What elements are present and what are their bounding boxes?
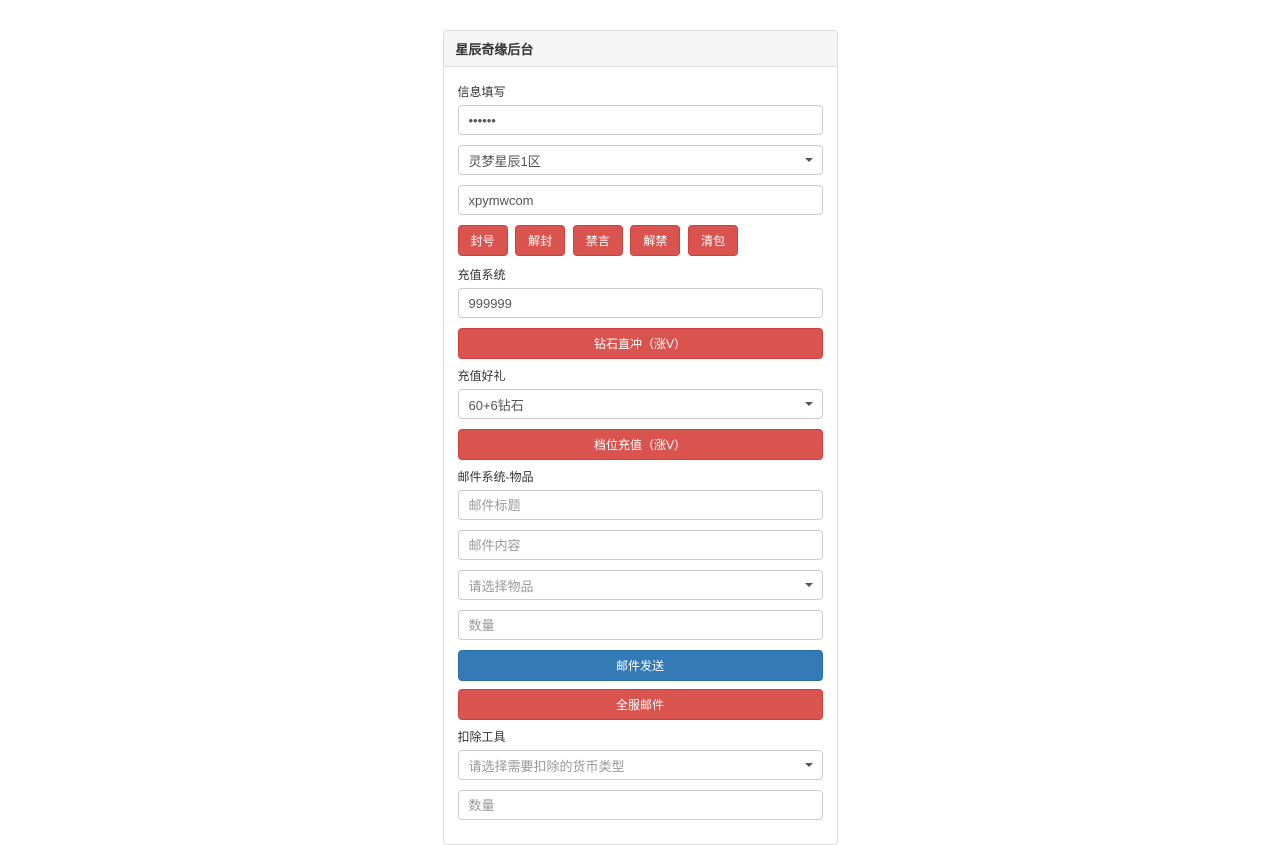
mute-button[interactable]: 禁言 [573,225,623,256]
info-section-label: 信息填写 [458,83,823,100]
recharge-amount-input[interactable] [458,288,823,318]
clear-bag-button[interactable]: 清包 [688,225,738,256]
server-select-value: 灵梦星辰1区 [469,151,541,170]
recharge-section-label: 充值系统 [458,266,823,283]
action-button-row: 封号 解封 禁言 解禁 清包 [458,225,823,264]
mail-content-input[interactable] [458,530,823,560]
gift-section-label: 充值好礼 [458,367,823,384]
gift-select-value: 60+6钻石 [469,395,524,414]
ban-button[interactable]: 封号 [458,225,508,256]
panel-title: 星辰奇缘后台 [444,31,837,67]
mail-title-input[interactable] [458,490,823,520]
admin-panel: 星辰奇缘后台 信息填写 灵梦星辰1区 封号 解封 禁言 解禁 清包 充值系统 钻… [443,30,838,845]
mail-section-label: 邮件系统-物品 [458,468,823,485]
username-input[interactable] [458,185,823,215]
diamond-recharge-button[interactable]: 钻石直冲（涨V） [458,328,823,359]
tier-recharge-button[interactable]: 档位充值（涨V） [458,429,823,460]
unmute-button[interactable]: 解禁 [630,225,680,256]
mail-item-select-value: 请选择物品 [469,576,534,595]
deduct-currency-select[interactable]: 请选择需要扣除的货币类型 [458,750,823,780]
chevron-down-icon [805,402,813,406]
mail-quantity-input[interactable] [458,610,823,640]
deduct-section-label: 扣除工具 [458,728,823,745]
server-select[interactable]: 灵梦星辰1区 [458,145,823,175]
deduct-quantity-input[interactable] [458,790,823,820]
mail-broadcast-button[interactable]: 全服邮件 [458,689,823,720]
mail-item-select[interactable]: 请选择物品 [458,570,823,600]
mail-send-button[interactable]: 邮件发送 [458,650,823,681]
chevron-down-icon [805,763,813,767]
panel-body: 信息填写 灵梦星辰1区 封号 解封 禁言 解禁 清包 充值系统 钻石直冲（涨V）… [444,67,837,844]
unban-button[interactable]: 解封 [515,225,565,256]
deduct-currency-select-value: 请选择需要扣除的货币类型 [469,756,625,775]
chevron-down-icon [805,583,813,587]
gift-select[interactable]: 60+6钻石 [458,389,823,419]
password-input[interactable] [458,105,823,135]
chevron-down-icon [805,158,813,162]
